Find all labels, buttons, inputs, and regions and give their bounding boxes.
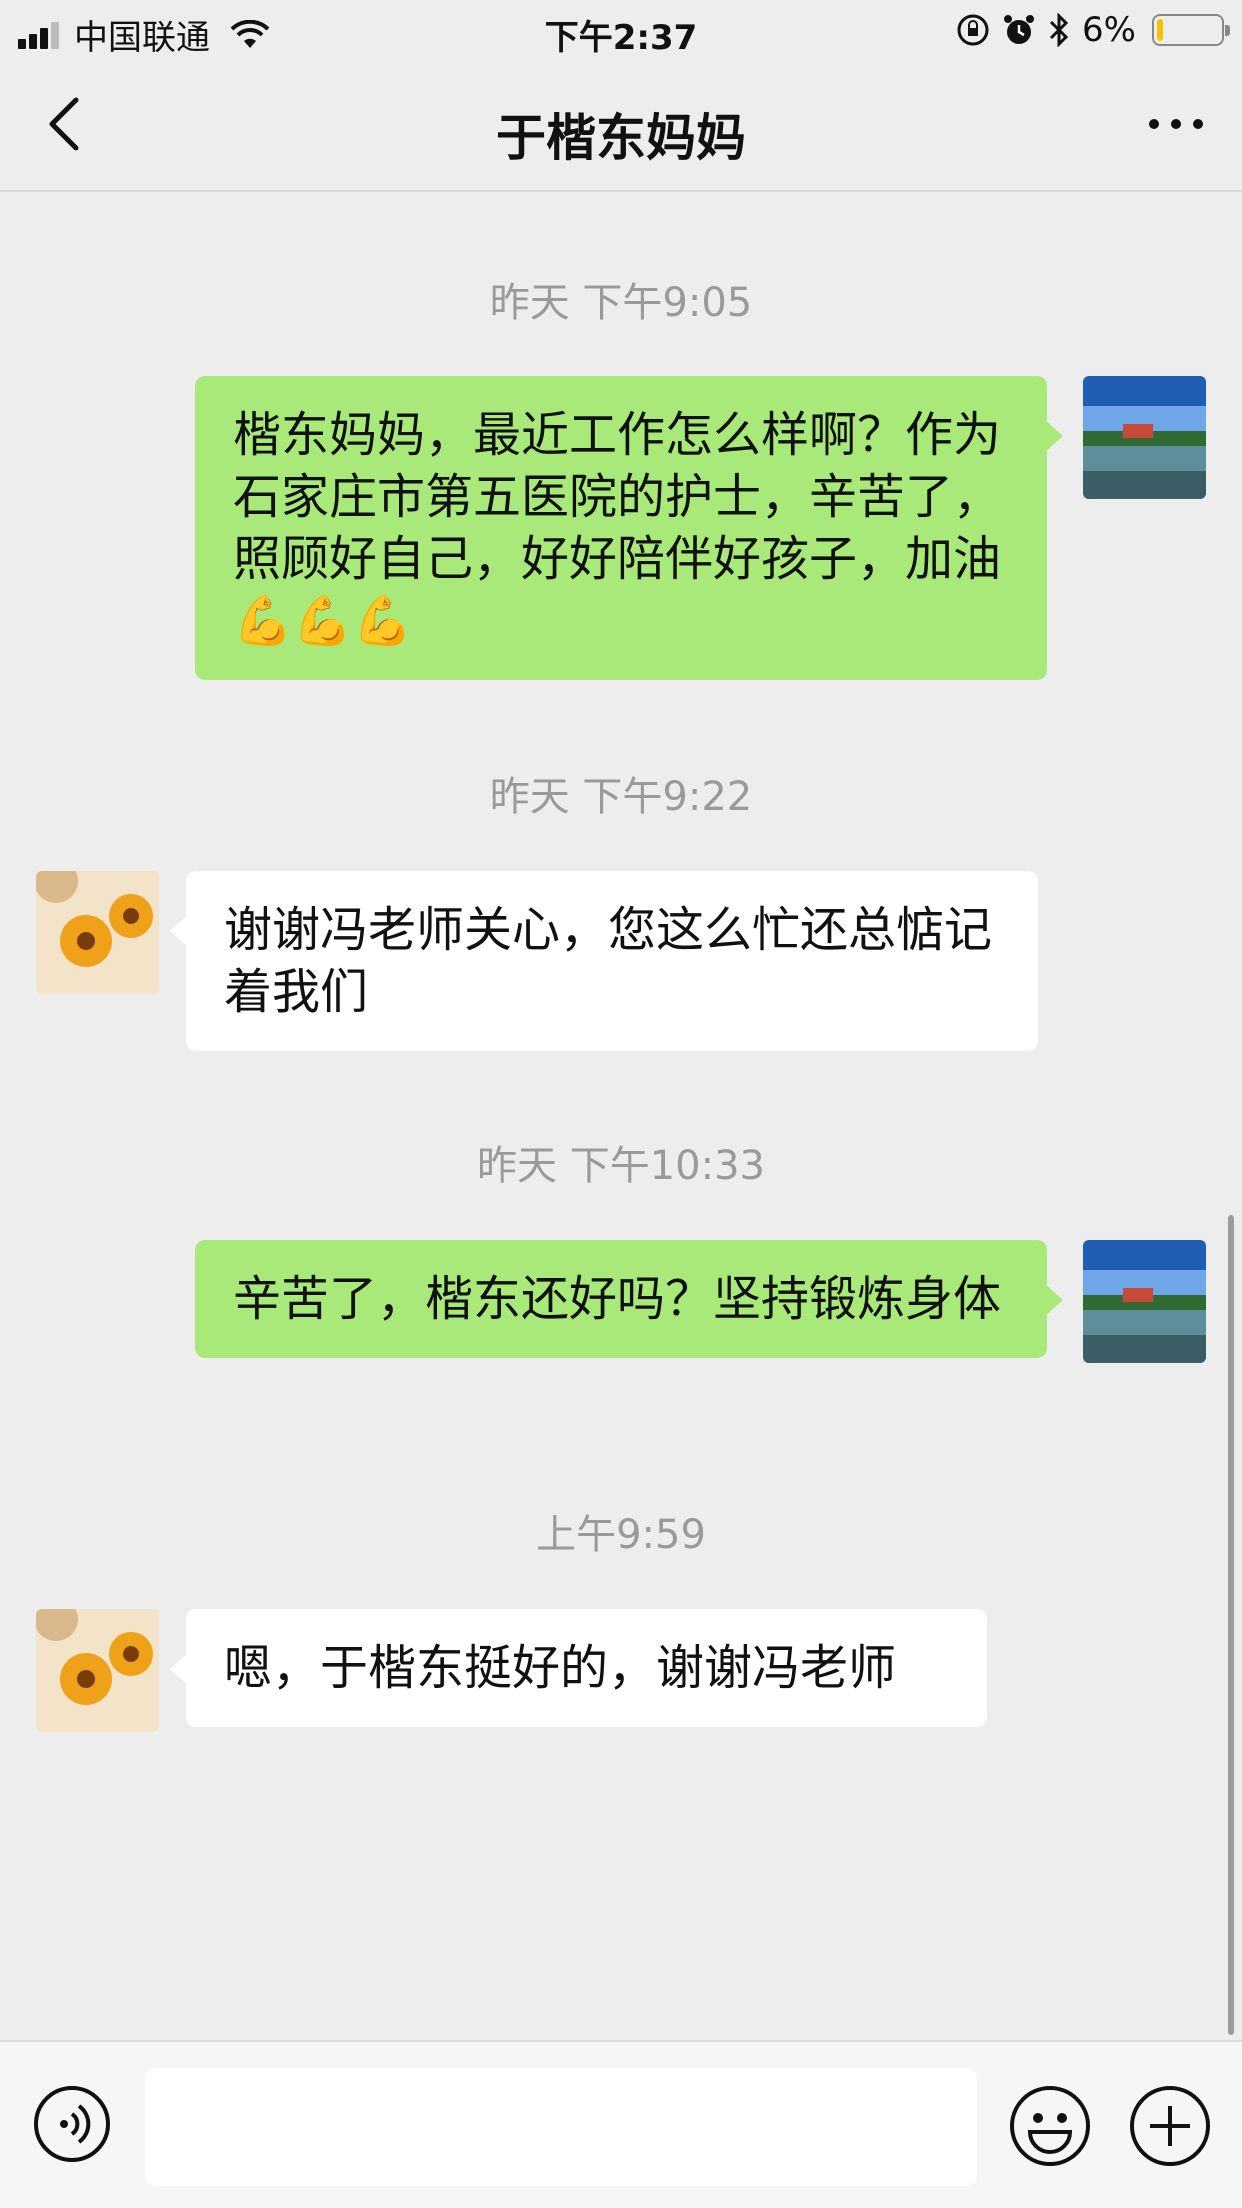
outgoing-message-bubble[interactable]: 辛苦了，楷东还好吗？坚持锻炼身体 (195, 1240, 1063, 1358)
emoji-icon[interactable] (1008, 2084, 1092, 2168)
my-avatar[interactable] (1083, 376, 1206, 499)
status-right: 6% (956, 10, 1230, 50)
bluetooth-icon (1049, 13, 1069, 47)
outgoing-message-bubble[interactable]: 楷东妈妈，最近工作怎么样啊？作为石家庄市第五医院的护士，辛苦了，照顾好自己，好好… (195, 376, 1063, 680)
battery-icon (1152, 14, 1230, 46)
sunflower-avatar-image (36, 871, 159, 994)
more-icon[interactable] (1146, 112, 1206, 136)
incoming-message-bubble[interactable]: 嗯，于楷东挺好的，谢谢冯老师 (170, 1609, 987, 1727)
message-timestamp: 昨天 下午10:33 (477, 1143, 765, 1189)
plus-icon[interactable] (1128, 2084, 1212, 2168)
message-timestamp: 昨天 下午9:05 (489, 280, 753, 326)
status-bar: 中国联通 下午2:37 6% (0, 0, 1242, 62)
voice-icon[interactable] (32, 2084, 112, 2164)
incoming-message-bubble[interactable]: 谢谢冯老师关心，您这么忙还总惦记着我们 (170, 871, 1038, 1051)
rotation-lock-icon (957, 14, 989, 46)
message-timestamp: 昨天 下午9:22 (489, 774, 753, 820)
message-timestamp: 上午9:59 (536, 1512, 706, 1558)
message-input[interactable] (145, 2068, 977, 2186)
contact-avatar[interactable] (36, 1609, 159, 1732)
nav-bar: 于楷东妈妈 (0, 62, 1242, 192)
chat-title: 于楷东妈妈 (496, 109, 746, 167)
landscape-avatar-image (1083, 376, 1206, 499)
input-bar (0, 2040, 1242, 2208)
alarm-icon (1004, 15, 1035, 44)
battery-percent: 6% (1082, 10, 1136, 50)
contact-avatar[interactable] (36, 871, 159, 994)
my-avatar[interactable] (1083, 1240, 1206, 1363)
landscape-avatar-image (1083, 1240, 1206, 1363)
scrollbar[interactable] (1228, 1215, 1234, 2035)
sunflower-avatar-image (36, 1609, 159, 1732)
